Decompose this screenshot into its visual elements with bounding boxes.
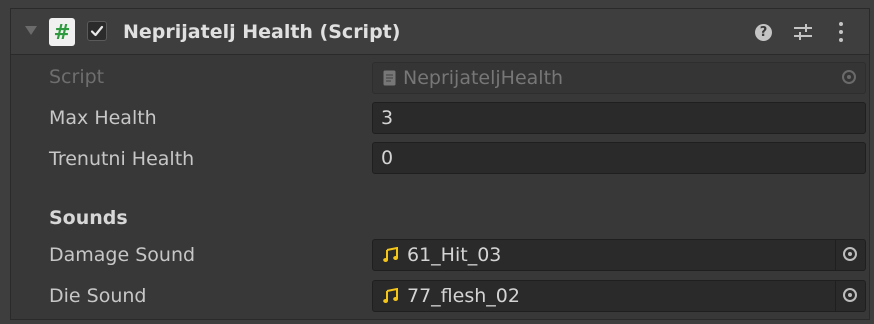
damage-sound-label: Damage Sound <box>49 244 196 266</box>
component-enabled-checkbox[interactable] <box>87 21 107 41</box>
help-icon[interactable]: ? <box>755 24 772 41</box>
die-sound-label: Die Sound <box>49 285 147 307</box>
component-header[interactable]: # Neprijatelj Health (Script) ? <box>11 9 869 55</box>
presets-sliders-icon[interactable] <box>793 23 813 41</box>
max-health-value: 3 <box>381 107 394 129</box>
current-health-label: Trenutni Health <box>49 148 195 170</box>
object-picker-icon <box>835 63 865 93</box>
script-field: NeprijateljHealth <box>372 62 866 94</box>
die-sound-field[interactable]: 77_flesh_02 <box>372 280 866 312</box>
damage-sound-field[interactable]: 61_Hit_03 <box>372 239 866 271</box>
object-picker-icon[interactable] <box>835 240 865 270</box>
component-title: Neprijatelj Health (Script) <box>123 21 401 43</box>
current-health-input[interactable]: 0 <box>372 142 866 174</box>
audio-clip-icon <box>383 247 398 262</box>
kebab-menu-icon[interactable] <box>839 22 843 42</box>
die-sound-value: 77_flesh_02 <box>407 285 520 307</box>
script-label: Script <box>49 66 105 88</box>
object-picker-icon[interactable] <box>835 281 865 311</box>
script-file-icon <box>383 70 396 86</box>
foldout-arrow-icon[interactable] <box>25 26 37 35</box>
sounds-section-header: Sounds <box>49 207 128 229</box>
current-health-value: 0 <box>381 147 394 169</box>
csharp-script-icon: # <box>49 18 75 46</box>
inspector-component: # Neprijatelj Health (Script) ? Script N… <box>10 8 870 320</box>
script-value: NeprijateljHealth <box>403 67 564 89</box>
damage-sound-value: 61_Hit_03 <box>407 244 502 266</box>
max-health-label: Max Health <box>49 107 157 129</box>
audio-clip-icon <box>383 288 398 303</box>
checkmark-icon <box>90 25 104 37</box>
max-health-input[interactable]: 3 <box>372 102 866 134</box>
